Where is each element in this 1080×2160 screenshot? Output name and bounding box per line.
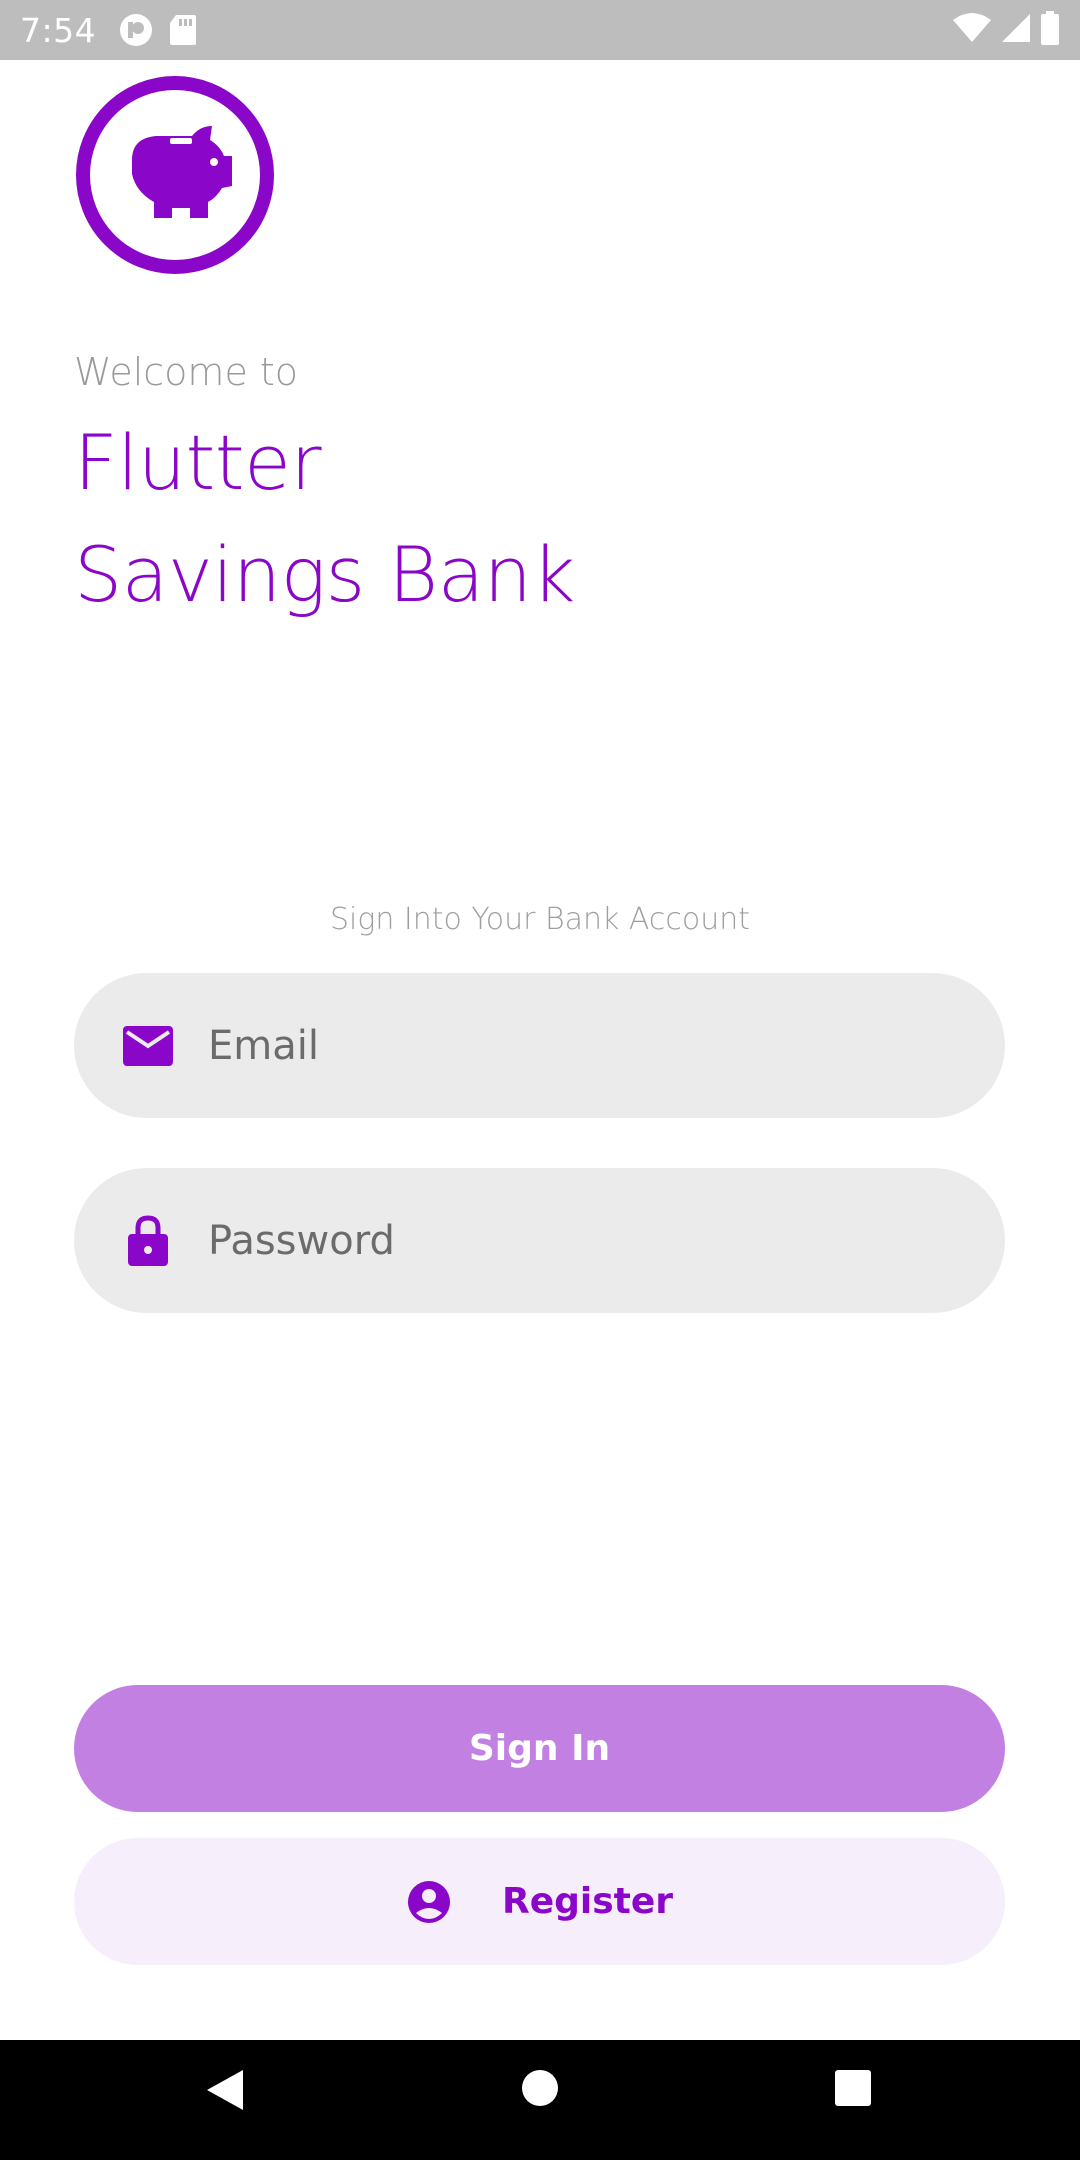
sd-card-icon — [168, 13, 198, 47]
wifi-icon — [952, 12, 992, 48]
home-icon[interactable] — [510, 2058, 570, 2118]
app-title-line-2: Savings Bank — [74, 530, 575, 619]
cell-signal-icon — [1000, 12, 1032, 48]
register-label: Register — [501, 1881, 674, 1922]
email-placeholder: Email — [208, 1022, 319, 1069]
sign-in-button[interactable]: Sign In — [74, 1685, 1005, 1812]
status-time: 7:54 — [20, 10, 97, 50]
mail-icon — [120, 1018, 176, 1074]
welcome-text: Welcome to — [74, 350, 299, 394]
sign-in-caption: Sign Into Your Bank Account — [329, 902, 751, 937]
lock-icon — [120, 1213, 176, 1269]
status-bar: 7:54 — [0, 0, 1080, 60]
recent-apps-icon[interactable] — [828, 2060, 878, 2116]
navigation-bar — [0, 2040, 1080, 2160]
email-field[interactable]: Email — [74, 973, 1005, 1118]
password-field[interactable]: Password — [74, 1168, 1005, 1313]
back-icon[interactable] — [200, 2060, 250, 2120]
register-button[interactable]: Register — [74, 1838, 1005, 1965]
sign-in-label: Sign In — [468, 1728, 611, 1769]
piggy-bank-icon — [76, 76, 274, 274]
account-circle-icon — [406, 1879, 452, 1925]
app-logo — [74, 74, 276, 276]
pocket-casts-icon — [118, 12, 154, 48]
status-icons — [952, 11, 1060, 49]
password-placeholder: Password — [208, 1217, 395, 1264]
app-title-line-1: Flutter — [74, 418, 322, 507]
battery-icon — [1040, 11, 1060, 49]
